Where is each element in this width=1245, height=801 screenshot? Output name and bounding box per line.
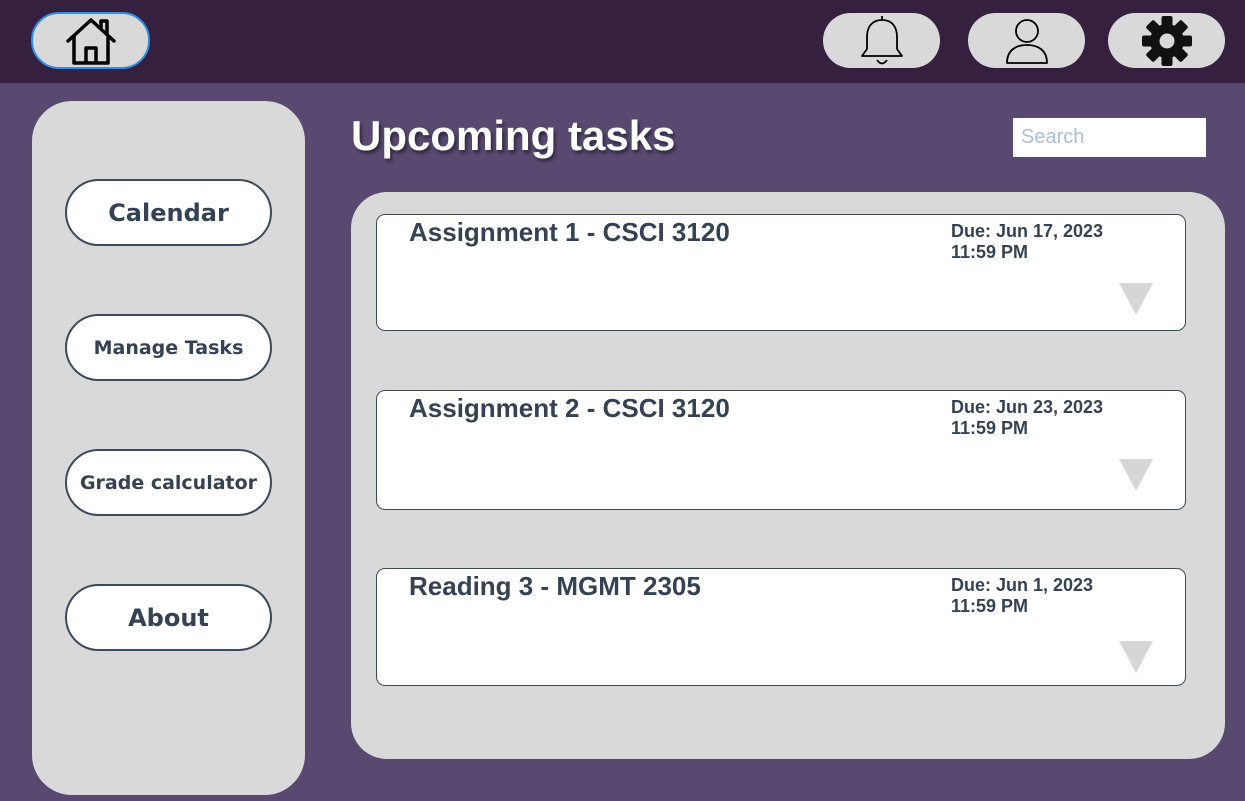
task-due: Due: Jun 1, 2023 11:59 PM <box>951 575 1093 617</box>
task-due-time: 11:59 PM <box>951 596 1029 616</box>
sidebar-item-calendar[interactable]: Calendar <box>65 179 272 246</box>
task-due-time: 11:59 PM <box>951 242 1029 262</box>
sidebar-item-about[interactable]: About <box>65 584 272 651</box>
sidebar-item-manage-tasks[interactable]: Manage Tasks <box>65 314 272 381</box>
task-due-date: Due: Jun 23, 2023 <box>951 397 1104 417</box>
sidebar-item-grade-calculator[interactable]: Grade calculator <box>65 449 272 516</box>
task-title: Assignment 1 - CSCI 3120 <box>409 217 730 247</box>
user-icon <box>1004 17 1050 65</box>
sidebar: Calendar Manage Tasks Grade calculator A… <box>32 101 305 795</box>
search-input[interactable] <box>1013 118 1206 157</box>
settings-button[interactable] <box>1108 13 1225 68</box>
task-list-panel: Assignment 1 - CSCI 3120 Due: Jun 17, 20… <box>351 192 1225 759</box>
profile-button[interactable] <box>968 13 1085 68</box>
task-due: Due: Jun 17, 2023 11:59 PM <box>951 221 1103 263</box>
task-card[interactable]: Reading 3 - MGMT 2305 Due: Jun 1, 2023 1… <box>376 568 1186 686</box>
triangle-down-icon[interactable] <box>1119 283 1153 315</box>
page-title: Upcoming tasks <box>351 112 676 159</box>
task-due-date: Due: Jun 1, 2023 <box>951 575 1094 595</box>
home-button[interactable] <box>31 12 150 69</box>
task-card[interactable]: Assignment 1 - CSCI 3120 Due: Jun 17, 20… <box>376 214 1186 331</box>
task-title: Reading 3 - MGMT 2305 <box>409 571 701 601</box>
task-due-time: 11:59 PM <box>951 418 1029 438</box>
task-card[interactable]: Assignment 2 - CSCI 3120 Due: Jun 23, 20… <box>376 390 1186 510</box>
home-icon <box>63 15 119 67</box>
triangle-down-icon[interactable] <box>1119 459 1153 491</box>
task-title: Assignment 2 - CSCI 3120 <box>409 393 730 423</box>
task-due-date: Due: Jun 17, 2023 <box>951 221 1104 241</box>
gear-icon <box>1141 15 1193 67</box>
bell-icon <box>858 15 906 67</box>
notifications-button[interactable] <box>823 13 940 68</box>
task-due: Due: Jun 23, 2023 11:59 PM <box>951 397 1103 439</box>
triangle-down-icon[interactable] <box>1119 641 1153 673</box>
top-bar <box>0 0 1245 83</box>
